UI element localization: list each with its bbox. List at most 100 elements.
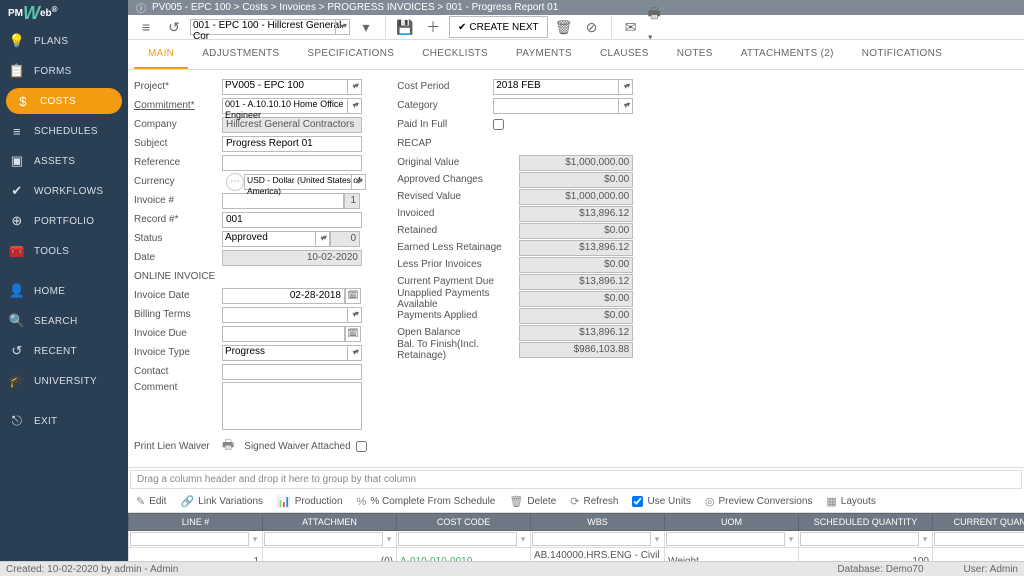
grid-edit-button[interactable]: ✎Edit <box>136 495 166 508</box>
nav-label: ASSETS <box>34 156 75 167</box>
tab-clauses[interactable]: CLAUSES <box>586 40 663 69</box>
nav-forms[interactable]: 📋FORMS <box>0 56 128 86</box>
subject-field[interactable] <box>222 136 362 152</box>
grid-header[interactable]: UOM <box>665 514 799 531</box>
invdue-field[interactable] <box>222 326 345 342</box>
filter-icon[interactable]: ▾ <box>249 534 261 545</box>
nav-costs[interactable]: $COSTS <box>6 88 122 114</box>
save-icon[interactable]: 💾 <box>393 15 417 39</box>
nav-label: COSTS <box>40 96 76 107</box>
recordno-field[interactable] <box>222 212 362 228</box>
mail-icon[interactable]: ✉ <box>619 15 643 39</box>
costperiod-select[interactable]: 2018 FEB▾ <box>493 79 633 95</box>
nav-plans[interactable]: 💡PLANS <box>0 26 128 56</box>
grid-linkvar-button[interactable]: 🔗Link Variations <box>180 495 263 508</box>
grid-header[interactable]: LINE # <box>129 514 263 531</box>
group-hint[interactable]: Drag a column header and drop it here to… <box>130 470 1022 489</box>
nav-tools[interactable]: 🧰TOOLS <box>0 236 128 266</box>
info-icon[interactable]: ⓘ <box>136 0 146 15</box>
filter-icon[interactable]: ▾ <box>785 534 797 545</box>
tab-notifications[interactable]: NOTIFICATIONS <box>848 40 956 69</box>
filter-input[interactable] <box>532 532 651 546</box>
nav-home[interactable]: 👤HOME <box>0 276 128 306</box>
project-select[interactable]: PV005 - EPC 100▾ <box>222 79 362 95</box>
form-body: ProjectPV005 - EPC 100▾ Commitment001 - … <box>128 70 1024 463</box>
grid-useunits-toggle[interactable]: Use Units <box>632 496 690 507</box>
filter-icon[interactable]: ▾ <box>517 534 529 545</box>
comment-field[interactable] <box>222 382 362 430</box>
filter-input[interactable] <box>800 532 919 546</box>
contact-field[interactable] <box>222 364 362 380</box>
tab-notes[interactable]: NOTES <box>663 40 727 69</box>
category-select[interactable]: ▾ <box>493 98 633 114</box>
invdate-field[interactable] <box>222 288 345 304</box>
grid-complete-button[interactable]: %% Complete From Schedule <box>357 496 496 508</box>
commitment-label[interactable]: Commitment <box>134 100 222 111</box>
delete-icon[interactable]: 🗑 <box>552 15 576 39</box>
form-right-col: Cost Period2018 FEB▾ Category▾ Paid In F… <box>397 78 633 455</box>
grid-preview-button[interactable]: ◎Preview Conversions <box>705 495 813 508</box>
filter-input[interactable] <box>130 532 249 546</box>
calendar-icon[interactable]: 🗓 <box>345 326 361 342</box>
grid-layouts-button[interactable]: ▦Layouts <box>826 495 875 508</box>
recap-row-value <box>519 308 633 324</box>
grid-refresh-button[interactable]: ⟳Refresh <box>570 495 618 508</box>
nav-portfolio[interactable]: ⊕PORTFOLIO <box>0 206 128 236</box>
status-select[interactable]: Approved▾ <box>222 231 330 247</box>
history-icon[interactable]: ↺ <box>162 15 186 39</box>
currency-more-icon[interactable]: ⋯ <box>226 173 244 191</box>
reference-field[interactable] <box>222 155 362 171</box>
grid-header[interactable]: WBS <box>531 514 665 531</box>
grid-delete-button[interactable]: 🗑Delete <box>509 495 556 508</box>
commitment-select[interactable]: 001 - A.10.10.10 Home Office Engineer▾ <box>222 98 362 114</box>
tab-checklists[interactable]: CHECKLISTS <box>408 40 502 69</box>
paidfull-checkbox[interactable] <box>493 119 504 130</box>
useunits-checkbox[interactable] <box>632 496 643 507</box>
grid-header[interactable]: CURRENT QUANTITY <box>933 514 1024 531</box>
nav-search[interactable]: 🔍SEARCH <box>0 306 128 336</box>
recap-row-value <box>519 189 633 205</box>
caret-down-icon[interactable]: ▾ <box>354 15 378 39</box>
grid-header[interactable]: COST CODE <box>397 514 531 531</box>
signed-checkbox[interactable] <box>356 441 367 452</box>
filter-input[interactable] <box>264 532 383 546</box>
create-next-button[interactable]: ✔ CREATE NEXT <box>449 16 548 38</box>
currency-select[interactable]: USD - Dollar (United States of America)▾ <box>244 174 366 190</box>
grid-header[interactable]: SCHEDULED QUANTITY <box>799 514 933 531</box>
grid-prod-button[interactable]: 📊Production <box>277 495 343 508</box>
recap-row-label: Invoiced <box>397 208 519 219</box>
nav-exit[interactable]: ⎋EXIT <box>0 406 128 436</box>
invoiceno-field[interactable] <box>222 193 344 209</box>
filter-icon[interactable]: ▾ <box>919 534 931 545</box>
tab-attachments[interactable]: ATTACHMENTS (2) <box>727 40 848 69</box>
filter-input[interactable] <box>934 532 1024 546</box>
filter-icon[interactable]: ▾ <box>651 534 663 545</box>
nav-assets[interactable]: ▣ASSETS <box>0 146 128 176</box>
nav-workflows[interactable]: ✔WORKFLOWS <box>0 176 128 206</box>
add-icon[interactable]: ＋ <box>421 15 445 39</box>
tab-payments[interactable]: PAYMENTS <box>502 40 586 69</box>
invtype-select[interactable]: Progress▾ <box>222 345 362 361</box>
recap-row-label: Open Balance <box>397 327 519 338</box>
nav-recent[interactable]: ↺RECENT <box>0 336 128 366</box>
billing-select[interactable]: ▾ <box>222 307 362 323</box>
preview-icon: ◎ <box>705 495 715 508</box>
link-icon: 🔗 <box>180 495 194 508</box>
tab-bar: MAIN ADJUSTMENTS SPECIFICATIONS CHECKLIS… <box>128 40 1024 70</box>
filter-input[interactable] <box>398 532 517 546</box>
tab-specifications[interactable]: SPECIFICATIONS <box>293 40 408 69</box>
tab-adjustments[interactable]: ADJUSTMENTS <box>188 40 293 69</box>
filter-icon[interactable]: ▾ <box>383 534 395 545</box>
menu-icon[interactable]: ≡ <box>134 15 158 39</box>
tab-main[interactable]: MAIN <box>134 40 188 69</box>
print-icon[interactable]: 🖶 ▾ <box>647 15 671 39</box>
cancel-icon[interactable]: ⊘ <box>580 15 604 39</box>
print-icon[interactable]: 🖶 <box>222 436 234 458</box>
table-row[interactable]: 1(0)A-010-010-0010AB.140000.HRS.ENG - Ci… <box>129 548 1024 562</box>
context-select[interactable]: 001 - EPC 100 - Hillcrest General Cor▾ <box>190 19 350 35</box>
nav-university[interactable]: 🎓UNIVERSITY <box>0 366 128 396</box>
nav-schedules[interactable]: ≡SCHEDULES <box>0 116 128 146</box>
calendar-icon[interactable]: 🗓 <box>345 288 361 304</box>
filter-input[interactable] <box>666 532 785 546</box>
grid-header[interactable]: ATTACHMEN <box>263 514 397 531</box>
